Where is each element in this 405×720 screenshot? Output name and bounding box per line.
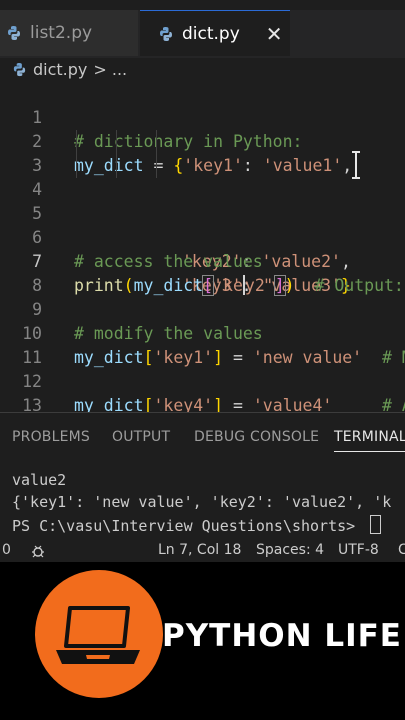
python-file-icon — [160, 26, 172, 41]
terminal-line: value2 — [12, 471, 67, 489]
python-file-icon — [13, 62, 26, 76]
status-problems-count[interactable]: 0 — [2, 542, 11, 558]
tab-bar: list2.py dict.py ✕ — [0, 0, 405, 58]
code-line: 14 — [0, 394, 405, 412]
tab-terminal[interactable]: TERMINAL — [334, 429, 405, 452]
code-line: 3 'key2': 'value2', — [0, 130, 405, 271]
terminal-line: {'key1': 'new value', 'key2': 'value2', … — [12, 493, 392, 511]
tab-list2-py[interactable]: list2.py — [0, 10, 138, 56]
breadcrumb-file[interactable]: dict.py — [33, 60, 87, 79]
breadcrumb: dict.py > ... — [0, 58, 405, 80]
code-line: 13 print(my_dict) — [0, 370, 405, 412]
tab-debug-console[interactable]: DEBUG CONSOLE — [194, 429, 319, 445]
code-line: 12 my_dict['key4'] = 'value4' # A — [0, 346, 405, 412]
status-bar: 0 Ln 7, Col 18 Spaces: 4 UTF-8 C — [0, 540, 405, 562]
code-line-active: 7 print(my_dict['ke y2']) # Output: — [0, 226, 405, 296]
brand-banner: PYTHON LIFE — [0, 562, 405, 720]
terminal-prompt-text: PS C:\vasu\Interview Questions\shorts> — [12, 517, 365, 535]
tab-problems[interactable]: PROBLEMS — [12, 429, 90, 445]
code-editor[interactable]: 1 # dictionary in Python: 2 my_dict = {'… — [0, 80, 405, 412]
status-cursor-position[interactable]: Ln 7, Col 18 — [158, 542, 241, 558]
indent-guide — [116, 130, 117, 154]
code-line: 11 — [0, 322, 405, 367]
brand-title: PYTHON LIFE — [162, 618, 402, 654]
code-line: 1 # dictionary in Python: — [0, 82, 405, 151]
status-edge-item[interactable]: C — [398, 542, 405, 558]
tab-dict-py[interactable]: dict.py ✕ — [140, 10, 290, 56]
text-cursor-icon — [352, 151, 360, 179]
indent-guide — [116, 154, 117, 178]
close-icon[interactable]: ✕ — [266, 24, 283, 44]
status-encoding[interactable]: UTF-8 — [338, 542, 379, 558]
code-line: 10 my_dict['key1'] = 'new value' # M — [0, 298, 405, 367]
code-line: 5 — [0, 178, 405, 223]
terminal-cursor — [370, 515, 382, 534]
tab-label: list2.py — [30, 23, 93, 43]
code-line: 6 # access the values — [0, 202, 405, 271]
code-line: 2 my_dict = {'key1': 'value1', — [0, 106, 405, 175]
code-line: 8 — [0, 250, 405, 295]
indent-guide — [76, 130, 77, 154]
tab-label: dict.py — [182, 23, 240, 44]
breadcrumb-more[interactable]: > ... — [93, 60, 127, 79]
bottom-panel: PROBLEMS OUTPUT DEBUG CONSOLE TERMINAL v… — [0, 412, 405, 541]
code-line: 4 'key3': 'value3'} — [0, 154, 405, 295]
code-line: 9 # modify the values — [0, 274, 405, 343]
indent-guide — [76, 154, 77, 178]
indent-guide — [156, 130, 157, 154]
indent-guide — [156, 154, 157, 178]
python-file-icon — [8, 26, 20, 40]
laptop-logo-icon — [56, 606, 140, 664]
debug-icon[interactable] — [30, 543, 46, 559]
terminal-prompt[interactable]: PS C:\vasu\Interview Questions\shorts> — [12, 515, 382, 535]
status-indentation[interactable]: Spaces: 4 — [256, 542, 324, 558]
tab-output[interactable]: OUTPUT — [112, 429, 170, 445]
